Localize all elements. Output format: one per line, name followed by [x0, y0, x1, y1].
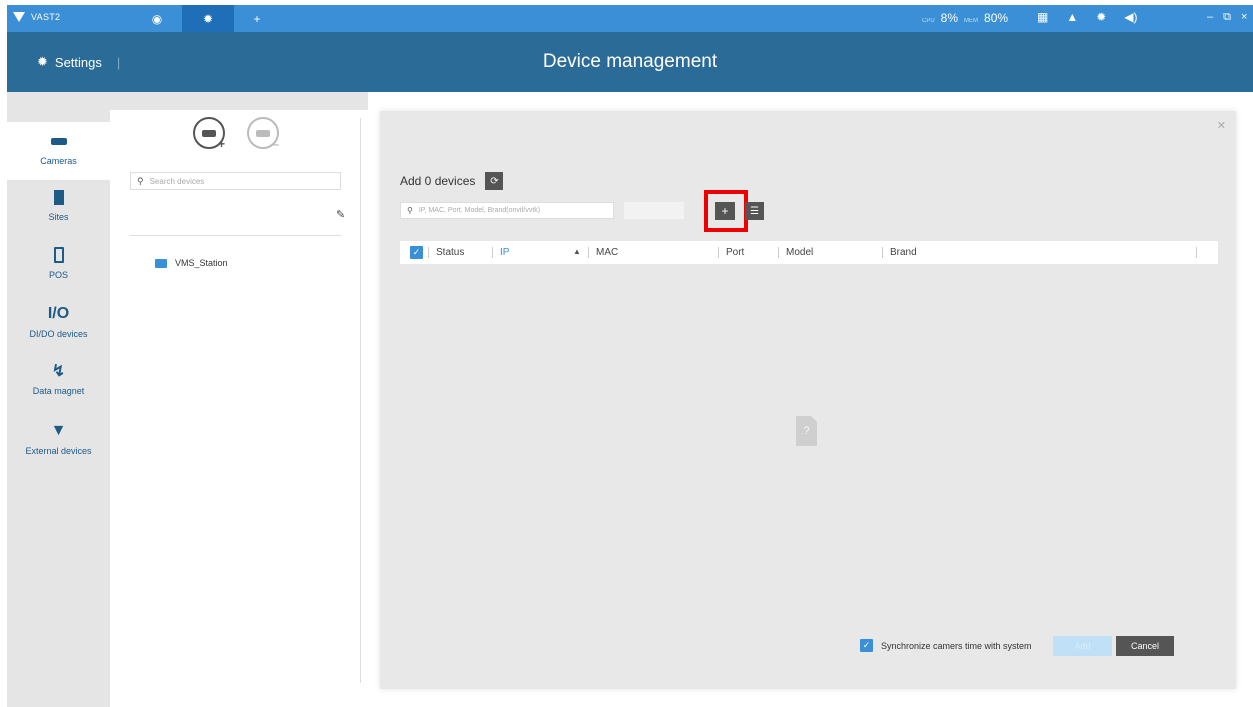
dialog-title: Add 0 devices [400, 174, 476, 188]
column-model-label: Model [786, 247, 814, 258]
camera-add-icon [202, 129, 216, 137]
page-title: Device management [542, 51, 718, 72]
eye-icon: ◉ [151, 11, 163, 26]
column-status-label: Status [436, 247, 465, 258]
search-icon: ⚲ [137, 175, 144, 186]
sync-checkbox-icon[interactable]: ✓ [860, 639, 873, 652]
column-model[interactable]: Model [778, 241, 813, 264]
column-brand[interactable]: Brand [882, 241, 917, 264]
app-brand: VAST2 [13, 12, 60, 22]
sync-time-label: Synchronize camers time with system [881, 640, 1032, 651]
device-search-placeholder: IP, MAC, Port, Model, Brand(onvif/vvtk) [418, 207, 541, 214]
sidebar-item-external-devices[interactable]: ▼ External devices [7, 420, 110, 456]
device-search-input[interactable]: ⚲ IP, MAC, Port, Model, Brand(onvif/vvtk… [400, 202, 614, 219]
add-devices-dialog: ✕ Add 0 devices ⟳ ⚲ IP, MAC, Port, Model… [380, 111, 1236, 689]
sidebar-item-dido[interactable]: I/O DI/DO devices [7, 303, 110, 339]
device-table-header: ✓ Status IP ▲ MAC Port Model Brand [400, 241, 1218, 264]
dialog-title-row: Add 0 devices ⟳ [400, 172, 504, 190]
tree-top-gap [110, 92, 368, 110]
settings-gear-icon[interactable]: ✹ [1096, 10, 1106, 24]
search-icon: ⚲ [407, 206, 413, 215]
window-controls: – ⧉ × [1207, 11, 1247, 24]
top-bar: VAST2 ◉ ✹ + CPU 8% MEM 80% ▦ ▲ ✹ ◀) – ⧉ … [7, 5, 1253, 32]
add-camera-button[interactable]: + [193, 117, 225, 151]
volume-icon[interactable]: ◀) [1124, 10, 1137, 24]
app-name: VAST2 [31, 12, 61, 22]
bell-icon[interactable]: ▲ [1066, 10, 1078, 24]
highlight-box [704, 190, 748, 232]
remove-camera-button[interactable]: – [247, 117, 279, 151]
camera-remove-icon [256, 129, 270, 137]
edit-pencil-icon[interactable]: ✎ [336, 208, 345, 221]
sidebar-item-label: External devices [25, 446, 92, 456]
search-button[interactable]: Search [624, 202, 684, 219]
sidebar-item-sites[interactable]: Sites [7, 186, 110, 222]
refresh-button[interactable]: ⟳ [485, 172, 504, 190]
dialog-close-icon[interactable]: ✕ [1217, 119, 1226, 132]
tree-item-vms-station[interactable]: VMS_Station [155, 258, 228, 268]
sidebar-item-pos[interactable]: POS [7, 244, 110, 280]
list-import-icon: ☰ [750, 205, 759, 217]
sidebar-item-label: POS [48, 270, 68, 280]
refresh-icon: ⟳ [490, 175, 499, 187]
mem-value: 80% [984, 11, 1009, 25]
magnet-icon: ↯ [51, 363, 66, 380]
mem-label: MEM [964, 18, 979, 24]
sync-time-option[interactable]: ✓ Synchronize camers time with system [860, 639, 1032, 652]
grid-icon[interactable]: ▦ [1037, 10, 1048, 24]
column-port[interactable]: Port [718, 241, 744, 264]
column-ip-label: IP [500, 247, 510, 258]
page-header: ✹ Settings | Device management [7, 32, 1253, 92]
search-devices-placeholder: Search devices [149, 176, 205, 186]
check-icon: ✓ [410, 246, 423, 259]
cpu-value: 8% [940, 11, 959, 25]
empty-state-icon: ? [796, 416, 817, 446]
joystick-icon: ▼ [50, 422, 67, 439]
settings-sidebar: Cameras Sites POS I/O DI/DO devices ↯ Da… [7, 92, 110, 707]
cpu-label: CPU [922, 18, 935, 24]
folder-icon [155, 258, 167, 268]
tree-item-label: VMS_Station [175, 258, 228, 268]
camera-icon [7, 130, 110, 152]
restore-icon[interactable]: ⧉ [1223, 11, 1231, 24]
column-port-label: Port [726, 247, 745, 258]
pos-icon [7, 244, 110, 266]
cancel-button[interactable]: Cancel [1116, 636, 1174, 656]
add-tab-label: + [253, 11, 261, 26]
close-icon[interactable]: × [1241, 11, 1247, 24]
column-brand-label: Brand [890, 247, 917, 258]
add-tab-button[interactable]: + [247, 5, 267, 32]
sidebar-item-label: Sites [48, 212, 69, 222]
select-all-checkbox[interactable]: ✓ [402, 241, 423, 264]
io-icon: I/O [47, 305, 70, 322]
search-devices-input[interactable]: ⚲ Search devices [130, 172, 341, 190]
column-mac[interactable]: MAC [588, 241, 618, 264]
tree-divider [130, 235, 341, 236]
column-status[interactable]: Status [428, 241, 464, 264]
sidebar-item-cameras[interactable]: Cameras [7, 122, 110, 180]
sidebar-item-label: DI/DO devices [29, 329, 88, 339]
sidebar-item-data-magnet[interactable]: ↯ Data magnet [7, 360, 110, 396]
system-stats: CPU 8% MEM 80% [922, 11, 1008, 25]
sidebar-item-label: Data magnet [32, 386, 85, 396]
minus-icon: – [272, 137, 279, 151]
tab-settings[interactable]: ✹ [182, 5, 234, 32]
add-button[interactable]: Add [1053, 636, 1112, 656]
plus-icon: + [217, 137, 225, 151]
gear-icon: ✹ [202, 11, 214, 26]
panel-divider [360, 118, 361, 683]
minimize-icon[interactable]: – [1207, 11, 1213, 24]
import-list-button[interactable]: ☰ [745, 202, 764, 220]
vivotek-logo-icon [13, 12, 25, 22]
column-end [1196, 241, 1204, 264]
column-mac-label: MAC [596, 247, 619, 258]
sort-ascending-icon[interactable]: ▲ [573, 247, 581, 256]
server-icon [7, 186, 110, 208]
sidebar-item-label: Cameras [40, 156, 77, 166]
toolbar-icons: ▦ ▲ ✹ ◀) [1037, 10, 1138, 24]
tab-liveview[interactable]: ◉ [127, 5, 187, 32]
